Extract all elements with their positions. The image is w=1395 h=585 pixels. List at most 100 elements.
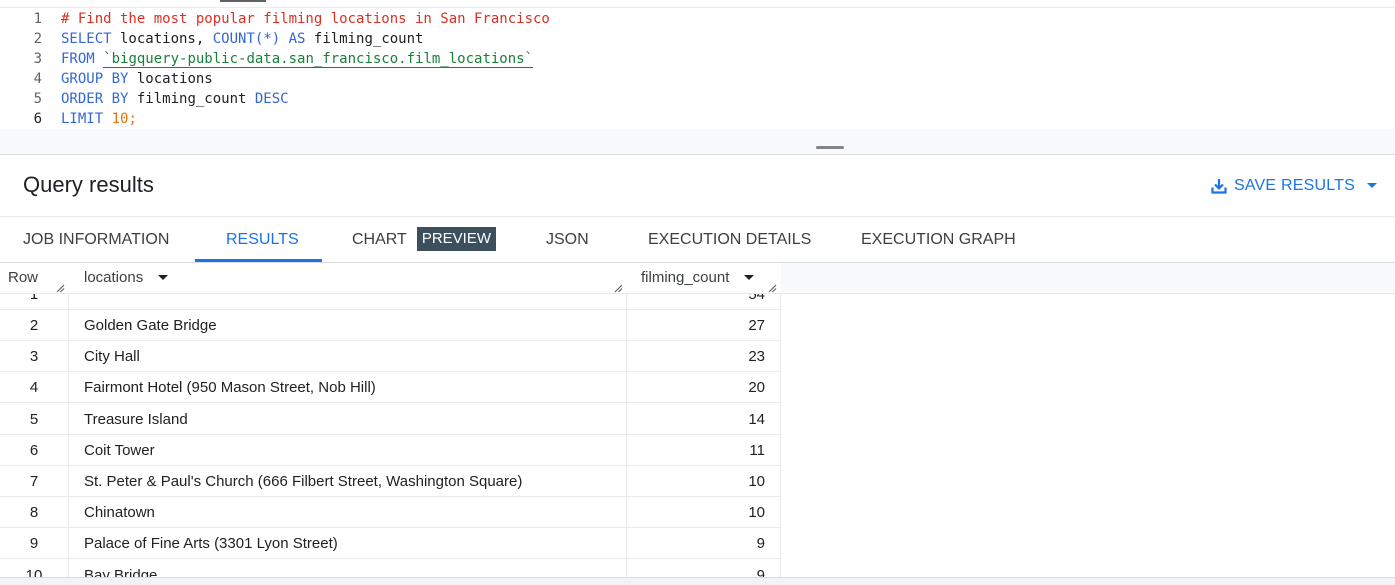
code-token: GROUP BY (61, 71, 129, 87)
filming-count-cell: 9 (756, 566, 765, 577)
sql-editor[interactable]: 1 # Find the most popular filming locatio… (0, 8, 1395, 129)
table-row: 5 Treasure Island 14 (0, 404, 781, 435)
sort-menu-icon[interactable] (158, 275, 168, 280)
dropdown-arrow-icon (1366, 183, 1377, 189)
table-row: 9 Palace of Fine Arts (3301 Lyon Street) 9 (0, 528, 781, 560)
code-token: ; (128, 111, 137, 127)
row-number-cell: 6 (29, 441, 39, 459)
column-divider (68, 263, 69, 577)
column-resize-icon[interactable] (767, 283, 777, 293)
row-number-cell: 7 (29, 473, 39, 490)
line-number: 5 (33, 91, 42, 107)
table-row: 4 Fairmont Hotel (950 Mason Street, Nob H… (0, 372, 781, 404)
code-token: ORDER BY (61, 91, 129, 107)
tab-execution-graph[interactable]: EXECUTION GRAPH (861, 217, 1016, 263)
code-token: # Find the most popular filming location… (61, 11, 550, 27)
top-strip (0, 0, 1395, 8)
line-number: 3 (33, 51, 42, 67)
code-text: # Find the most popular filming location… (61, 9, 550, 29)
filming-count-cell: 20 (748, 379, 765, 397)
line-number: 6 (33, 111, 42, 127)
code-text: ORDER BY filming_count DESC (61, 89, 289, 109)
line-number: 1 (33, 11, 42, 27)
table-header-filler (781, 263, 1395, 294)
location-cell: Coit Tower (84, 441, 155, 459)
column-resize-icon[interactable] (613, 283, 623, 293)
code-line[interactable]: 2 SELECT locations, COUNT(*) AS filming_c… (0, 29, 1395, 49)
download-icon (1210, 177, 1228, 195)
location-cell: City Hall (84, 348, 140, 366)
table-row: 7 St. Peter & Paul's Church (666 Filbert … (0, 466, 781, 497)
resize-handle[interactable] (816, 146, 844, 149)
editor-splitter (0, 129, 1395, 155)
column-header-locations[interactable]: locations (68, 263, 626, 294)
save-results-button[interactable]: SAVE RESULTS (1210, 174, 1377, 198)
location-cell: Palace of Fine Arts (3301 Lyon Street) (84, 535, 338, 553)
row-number-cell: 4 (29, 379, 39, 397)
code-text: GROUP BY locations (61, 69, 213, 89)
filming-count-cell: 23 (748, 348, 765, 366)
column-divider (780, 263, 781, 577)
column-header-row-label: Row (8, 269, 39, 286)
code-line[interactable]: 1 # Find the most popular filming locatio… (0, 9, 1395, 29)
table-row: 3 City Hall 23 (0, 341, 781, 373)
filming-count-cell: 27 (748, 317, 765, 334)
query-results-title: Query results (23, 172, 154, 197)
code-line[interactable]: 4 GROUP BY locations (0, 69, 1395, 89)
tab-job-information[interactable]: JOB INFORMATION (23, 217, 169, 263)
filming-count-cell: 11 (749, 441, 765, 459)
code-token: locations, (111, 31, 213, 47)
code-text: FROM `bigquery-public-data.san_francisco… (61, 49, 534, 69)
code-token: DESC (254, 91, 289, 107)
code-token: `bigquery-public-data.san_francisco.film… (103, 51, 534, 68)
table-row: 2 Golden Gate Bridge 27 (0, 310, 781, 341)
line-number: 4 (33, 71, 42, 87)
location-cell: Chinatown (84, 504, 155, 522)
code-token: AS (288, 31, 306, 47)
column-resize-icon[interactable] (55, 283, 65, 293)
table-row: 10 Bay Bridge 9 (0, 560, 781, 577)
row-number-cell: 8 (29, 504, 39, 522)
code-text: LIMIT 10; (61, 109, 137, 129)
bottom-scrollbar[interactable] (0, 577, 1395, 585)
row-number-cell: 5 (29, 410, 39, 428)
code-token: SELECT (61, 31, 112, 47)
results-table: Row locations filming_count 1 54 2 Golden… (0, 263, 781, 577)
code-token: filming_count (305, 31, 424, 47)
tab-json[interactable]: JSON (546, 217, 589, 263)
code-token: LIMIT (61, 111, 104, 127)
code-line[interactable]: 5 ORDER BY filming_count DESC (0, 89, 1395, 109)
code-text: SELECT locations, COUNT(*) AS filming_co… (61, 29, 423, 49)
filming-count-cell: 14 (748, 410, 765, 428)
tab-chart[interactable]: CHART PREVIEW (352, 217, 497, 263)
results-tab-bar: JOB INFORMATION RESULTS CHART PREVIEW JSO… (0, 216, 1395, 263)
row-number-cell: 3 (29, 348, 39, 366)
tab-results[interactable]: RESULTS (226, 217, 299, 263)
table-row: 6 Coit Tower 11 (0, 435, 781, 466)
location-cell: Golden Gate Bridge (84, 317, 217, 334)
code-line[interactable]: 6 LIMIT 10; (0, 109, 1395, 129)
filming-count-cell: 10 (748, 504, 765, 522)
sort-menu-icon[interactable] (744, 275, 754, 280)
row-number-cell: 10 (25, 566, 43, 577)
column-header-filming-count[interactable]: filming_count (626, 263, 781, 294)
code-token: locations (128, 71, 213, 87)
column-divider (626, 263, 627, 577)
tab-execution-details[interactable]: EXECUTION DETAILS (648, 217, 811, 263)
save-results-label: SAVE RESULTS (1234, 177, 1355, 194)
code-token: filming_count (128, 91, 255, 107)
column-header-row: Row (0, 263, 68, 294)
row-number-cell: 9 (29, 535, 39, 553)
column-header-filming-count-label: filming_count (641, 269, 730, 286)
active-tab-indicator (195, 259, 322, 262)
editor-tab-indicator (220, 0, 266, 2)
line-number: 2 (33, 31, 42, 47)
row-number-cell: 2 (29, 317, 39, 334)
code-line[interactable]: 3 FROM `bigquery-public-data.san_francisc… (0, 49, 1395, 69)
code-token: COUNT(*) (212, 31, 281, 47)
code-token: 10 (111, 111, 129, 127)
table-header-row: Row locations filming_count (0, 263, 781, 294)
code-token: FROM (61, 51, 95, 67)
